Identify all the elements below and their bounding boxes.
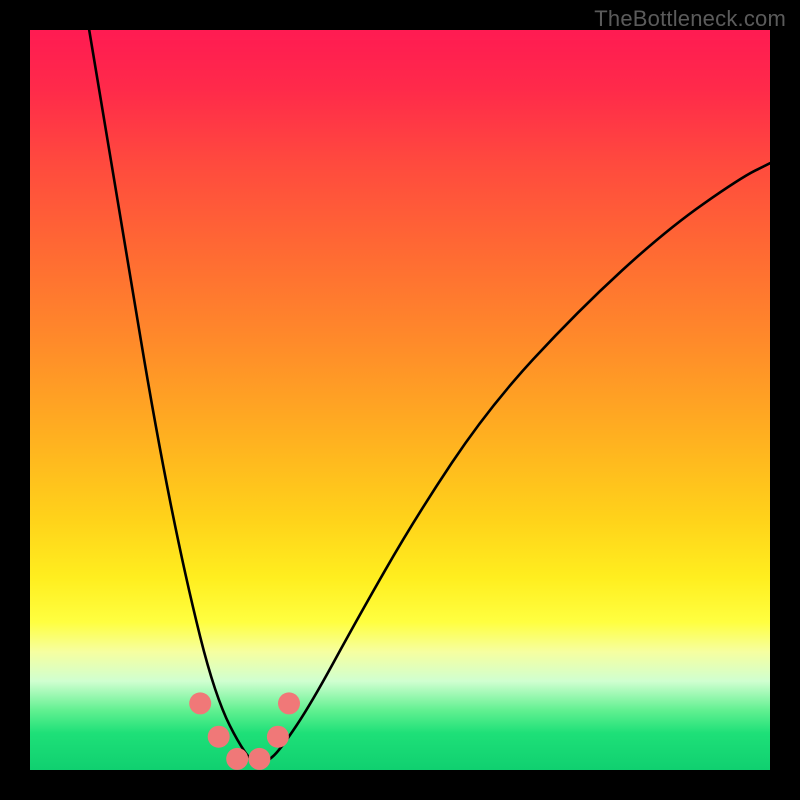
curve-marker-dot <box>189 692 211 714</box>
curve-marker-dot <box>248 748 270 770</box>
curve-marker-dot <box>278 692 300 714</box>
curve-marker-dot <box>226 748 248 770</box>
curve-markers <box>189 692 300 770</box>
chart-container: TheBottleneck.com <box>0 0 800 800</box>
main-curve <box>89 30 770 763</box>
curve-marker-dot <box>208 726 230 748</box>
curve-marker-dot <box>267 726 289 748</box>
watermark-text: TheBottleneck.com <box>594 6 786 32</box>
curve-svg <box>30 30 770 770</box>
plot-area <box>30 30 770 770</box>
